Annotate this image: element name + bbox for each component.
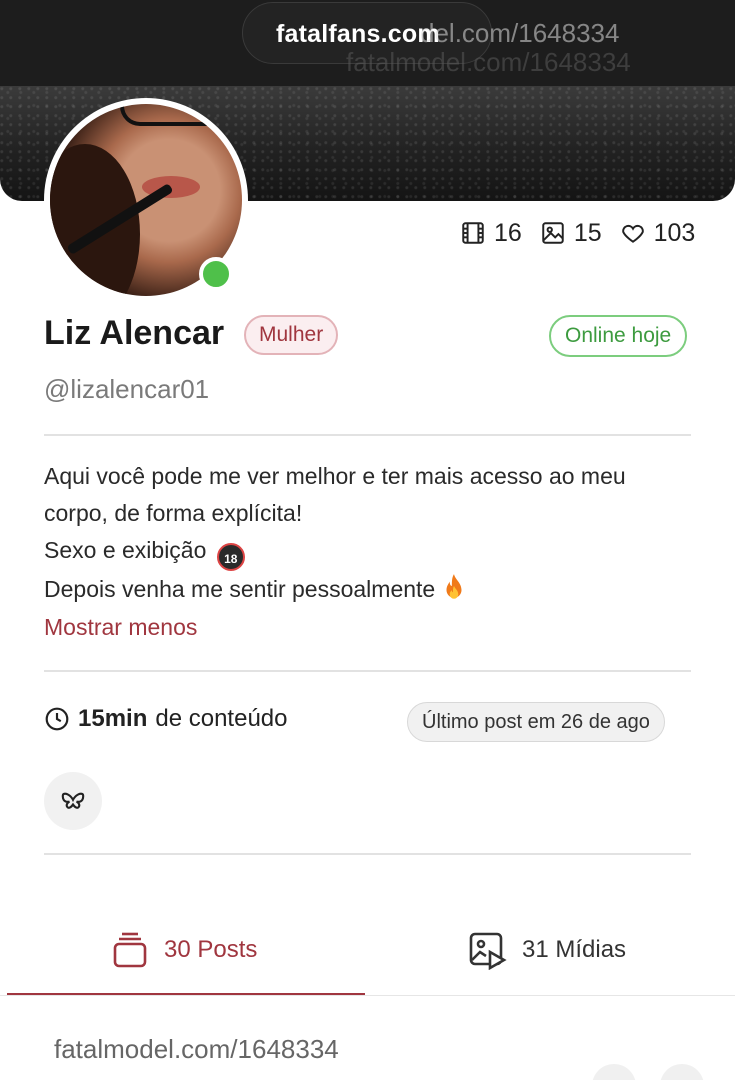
watermark-top-shadow: fatalmodel.com/1648334 [346,47,631,77]
no-under-18-icon: 18 [216,543,245,571]
profile-handle: @lizalencar01 [44,374,210,404]
bio-line-with-emoji: Depois venha me sentir pessoalmente [44,571,694,608]
profile-name: Liz Alencar [44,314,225,352]
heart-icon [621,224,644,243]
watermark-bottom: fatalmodel.com/1648334 [54,1034,339,1064]
bio-line: corpo, de forma explícita! [44,500,303,526]
floating-button[interactable] [592,1064,636,1080]
show-less-link[interactable]: Mostrar menos [44,614,197,641]
url-text: fatalfans.com [276,20,440,48]
bio-line: Aqui você pode me ver melhor e ter mais … [44,463,626,489]
tabs-divider [0,995,735,996]
gender-badge: Mulher [244,315,339,355]
clock-icon [45,707,69,731]
tab-posts[interactable]: 30 Posts [110,930,257,970]
divider [44,670,691,672]
content-duration: 15min de conteúdo [44,705,288,733]
stat-photos-count: 15 [573,218,602,247]
butterfly-icon [61,792,85,809]
online-indicator [199,257,233,291]
tab-media[interactable]: 31 Mídias [468,930,626,970]
image-icon [542,222,564,244]
online-status-badge: Online hoje [549,315,688,357]
browser-bar: fatalfans.com del.com/1648334 fatalmodel… [0,0,735,86]
stack-icon [113,932,147,968]
profile-bio: Aqui você pode me ver melhor e ter mais … [44,458,694,608]
watermark-top-overlay: del.com/1648334 [420,18,620,48]
avatar-glasses [120,104,240,126]
floating-button[interactable] [660,1064,704,1080]
bio-line-text: Sexo e exibição [44,537,207,563]
stat-likes-count: 103 [653,218,696,247]
social-link-bluesky[interactable] [44,772,102,830]
tab-posts-label: 30 Posts [164,936,258,963]
content-duration-suffix: de conteúdo [155,705,288,732]
divider [44,434,691,436]
last-post-badge: Último post em 26 de ago [407,702,665,742]
content-duration-value: 15min [78,705,148,732]
stat-photos: 15 [540,219,602,248]
profile-page: fatalfans.com del.com/1648334 fatalmodel… [0,0,735,1080]
stat-videos-count: 16 [494,218,522,247]
film-icon [462,222,484,244]
bio-line-with-emoji: Sexo e exibição 18 [44,532,694,571]
media-play-icon [469,932,507,970]
profile-stats: 16 15 103 [460,217,695,249]
divider [44,853,691,855]
bio-line-text: Depois venha me sentir pessoalmente [44,576,436,602]
stat-videos: 16 [460,219,522,248]
fire-icon [446,574,462,599]
stat-likes: 103 [620,218,696,248]
tab-media-label: 31 Mídias [522,936,627,963]
